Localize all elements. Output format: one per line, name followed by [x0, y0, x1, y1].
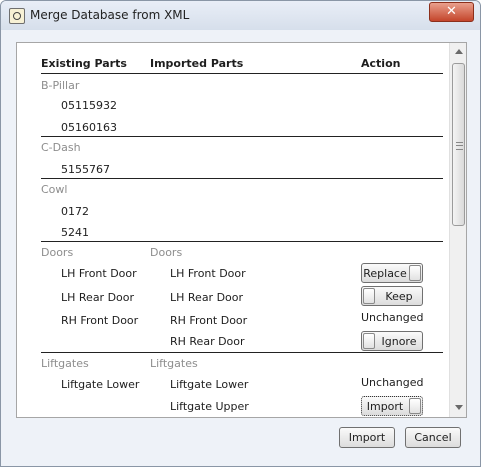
group-divider [41, 136, 443, 137]
existing-part: LH Rear Door [61, 291, 135, 304]
action-toggle-replace[interactable]: Replace [361, 263, 423, 283]
grip-icon [456, 142, 463, 150]
group-divider [41, 352, 443, 353]
existing-part: 5241 [61, 226, 89, 239]
imported-part: Liftgate Lower [170, 378, 249, 391]
group-label-cdash: C-Dash [41, 141, 81, 154]
action-toggle-label: Import [366, 400, 404, 413]
header-imported-parts: Imported Parts [150, 57, 244, 70]
window-title: Merge Database from XML [30, 8, 190, 22]
existing-part: 0172 [61, 205, 89, 218]
header-existing-parts: Existing Parts [41, 57, 127, 70]
group-divider [41, 178, 443, 179]
toggle-knob [409, 265, 421, 281]
group-label-liftgates-imported: Liftgates [150, 357, 198, 370]
group-label-doors-imported: Doors [150, 246, 183, 259]
dialog-body: Existing Parts Imported Parts Action B-P… [9, 30, 472, 458]
header-action: Action [361, 57, 401, 70]
merge-dialog-window: Merge Database from XML ✕ Existing Parts… [0, 0, 481, 467]
imported-part: RH Front Door [170, 314, 248, 327]
toggle-knob [409, 398, 421, 414]
action-toggle-label: Ignore [381, 335, 417, 348]
database-app-icon [9, 8, 25, 24]
toggle-knob [363, 288, 375, 304]
group-divider [41, 241, 443, 242]
group-label-bpillar: B-Pillar [41, 79, 80, 92]
group-label-cowl: Cowl [41, 183, 68, 196]
title-bar[interactable]: Merge Database from XML ✕ [1, 1, 480, 30]
header-divider [41, 73, 443, 74]
imported-part: Liftgate Upper [170, 400, 249, 413]
existing-part: 05115932 [61, 99, 117, 112]
scroll-up-arrow-icon[interactable] [450, 43, 466, 60]
imported-part: LH Rear Door [170, 291, 244, 304]
existing-part: RH Front Door [61, 314, 139, 327]
action-toggle-label: Keep [385, 290, 413, 303]
group-label-doors-existing: Doors [41, 246, 74, 259]
import-button[interactable]: Import [339, 427, 395, 448]
group-label-liftgates-existing: Liftgates [41, 357, 89, 370]
close-button[interactable]: ✕ [429, 2, 474, 22]
existing-part: 05160163 [61, 121, 117, 134]
existing-part: 5155767 [61, 163, 110, 176]
merge-list: Existing Parts Imported Parts Action B-P… [17, 43, 449, 417]
action-toggle-keep[interactable]: Keep [361, 286, 423, 306]
cancel-button[interactable]: Cancel [405, 427, 461, 448]
action-toggle-ignore[interactable]: Ignore [361, 331, 423, 351]
action-toggle-label: Replace [363, 267, 407, 280]
merge-list-panel: Existing Parts Imported Parts Action B-P… [16, 42, 467, 418]
scroll-down-arrow-icon[interactable] [450, 400, 466, 417]
toggle-knob [363, 333, 375, 349]
scroll-thumb[interactable] [452, 63, 465, 226]
action-toggle-import[interactable]: Import [361, 396, 423, 416]
action-status: Unchanged [361, 311, 424, 324]
action-status: Unchanged [361, 376, 424, 389]
imported-part: LH Front Door [170, 267, 246, 280]
vertical-scrollbar[interactable] [449, 43, 466, 417]
existing-part: LH Front Door [61, 267, 137, 280]
imported-part: RH Rear Door [170, 335, 245, 348]
existing-part: Liftgate Lower [61, 378, 140, 391]
